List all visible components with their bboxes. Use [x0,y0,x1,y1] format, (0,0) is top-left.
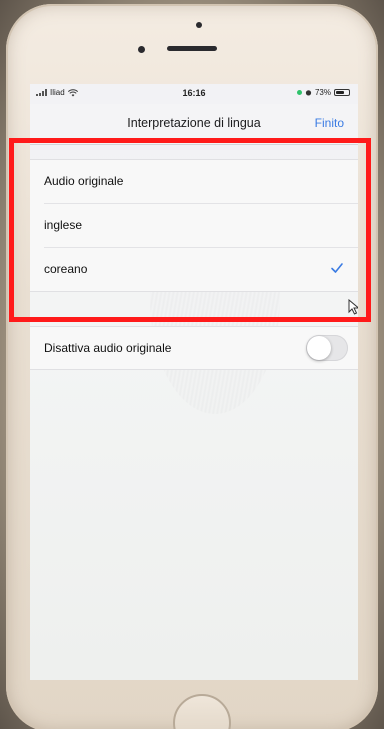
proximity-sensor [196,22,202,28]
language-list: Audio originale inglese coreano [30,159,358,292]
home-button[interactable] [173,694,231,729]
toggle-knob [307,336,331,360]
status-right: 73% [296,88,350,97]
front-camera [138,46,145,53]
language-option-label: Audio originale [44,174,124,188]
alarm-icon [305,90,312,96]
mute-original-audio-row: Disattiva audio originale [30,326,358,370]
navigation-bar: Interpretazione di lingua Finito [30,104,358,145]
language-option-label: inglese [44,218,83,232]
battery-icon [334,89,350,96]
language-option-audio-originale[interactable]: Audio originale [44,160,358,204]
toggle-label: Disattiva audio originale [44,341,172,355]
mute-original-audio-toggle[interactable] [306,335,348,361]
language-option-label: coreano [44,262,88,276]
battery-fill [336,91,345,94]
photo-background: Iliad 16:16 73% Interpretazione di lingu… [0,0,384,729]
cursor-icon [348,299,358,315]
checkmark-icon [331,263,343,273]
phone-screen: Iliad 16:16 73% Interpretazione di lingu… [30,84,358,680]
earpiece-speaker [167,46,217,51]
status-bar: Iliad 16:16 73% [30,84,358,102]
language-option-inglese[interactable]: inglese [44,204,358,248]
location-icon [296,90,302,95]
page-title: Interpretazione di lingua [127,116,261,130]
battery-percent: 73% [314,88,331,97]
done-button[interactable]: Finito [315,116,344,130]
language-option-coreano[interactable]: coreano [44,248,358,291]
